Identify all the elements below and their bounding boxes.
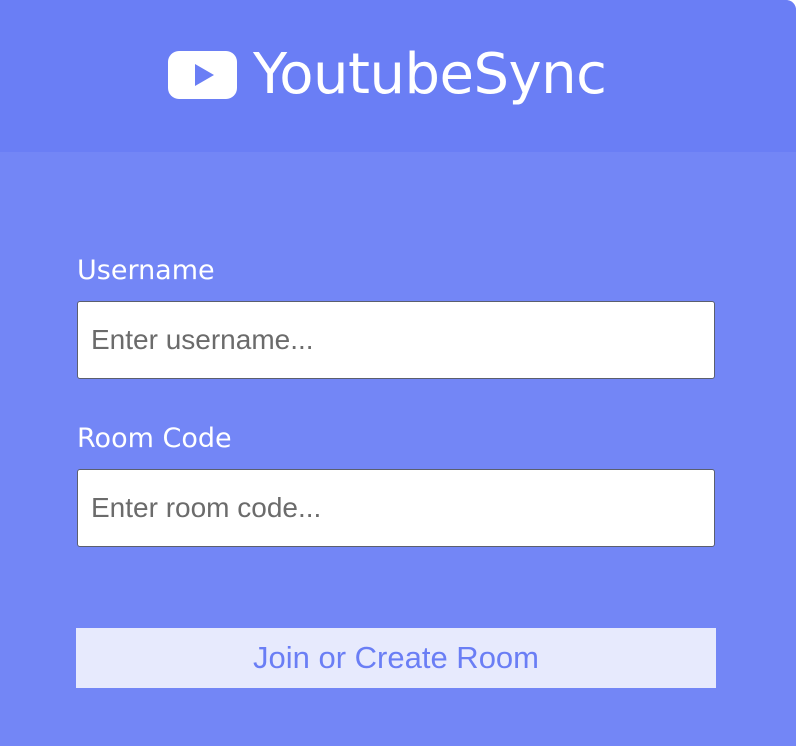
app-header: YoutubeSync [0, 0, 796, 152]
app-title: YoutubeSync [253, 42, 607, 107]
room-code-label: Room Code [77, 423, 232, 454]
username-label: Username [77, 255, 215, 286]
username-input[interactable] [77, 301, 715, 379]
brand: YoutubeSync [168, 40, 607, 110]
room-code-input[interactable] [77, 469, 715, 547]
youtube-play-icon [168, 51, 237, 99]
login-card: YoutubeSync Username Room Code Join or C… [0, 0, 796, 746]
join-or-create-room-button[interactable]: Join or Create Room [76, 628, 716, 688]
